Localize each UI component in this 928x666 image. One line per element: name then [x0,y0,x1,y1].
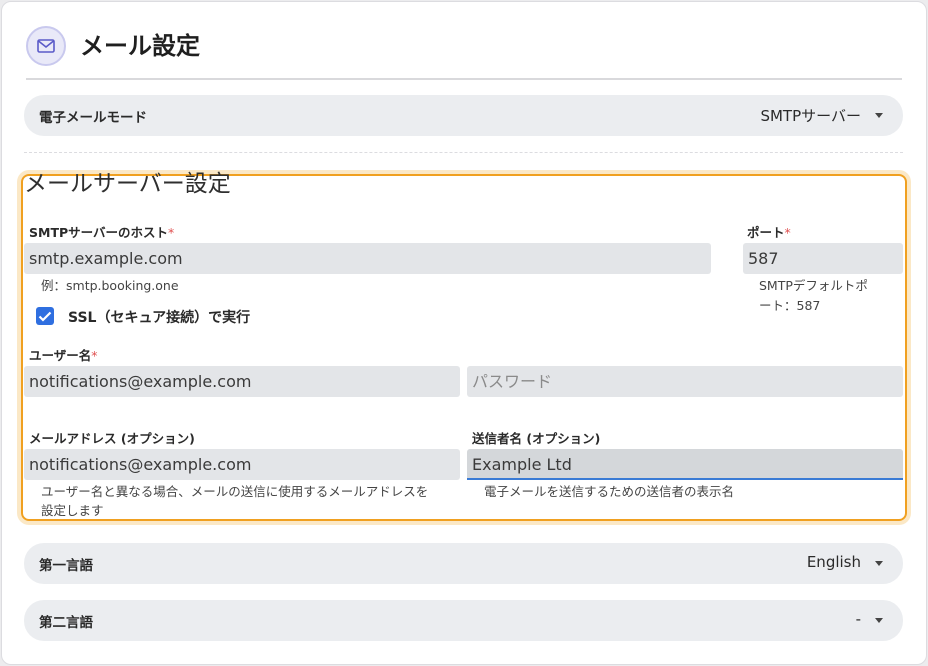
chevron-down-icon [875,561,883,566]
smtp-host-help: 例：smtp.booking.one [41,278,179,293]
secondary-language-value: - [855,610,861,628]
email-mode-label: 電子メールモード [39,110,147,126]
email-address-help-line1: ユーザー名と異なる場合、メールの送信に使用するメールアドレスを [41,484,429,499]
port-help-line1: SMTPデフォルトポ [759,278,868,293]
sender-name-input[interactable]: Example Ltd [467,449,903,480]
ssl-checkbox[interactable] [36,307,54,325]
divider [24,152,903,153]
email-mode-value: SMTPサーバー [760,107,861,125]
section-title: メールサーバー設定 [24,171,231,197]
check-icon [38,311,52,322]
email-mode-select[interactable]: 電子メールモード SMTPサーバー [24,95,903,136]
primary-language-label: 第一言語 [39,558,93,574]
chevron-down-icon [875,618,883,623]
port-help-line2: ート：587 [759,298,821,313]
secondary-language-label: 第二言語 [39,615,93,631]
email-address-input[interactable]: notifications@example.com [24,449,460,480]
smtp-host-label: SMTPサーバーのホスト* [29,225,175,240]
page-title: メール設定 [80,32,200,60]
mail-icon [26,26,66,66]
port-input[interactable]: 587 [743,243,903,274]
smtp-host-input[interactable]: smtp.example.com [24,243,711,274]
page-header: メール設定 [26,26,902,80]
username-label: ユーザー名* [29,348,98,363]
ssl-label[interactable]: SSL（セキュア接続）で実行 [68,307,250,327]
sender-name-label: 送信者名 (オプション) [472,431,601,446]
email-address-help-line2: 設定します [41,503,104,518]
primary-language-value: English [806,553,861,571]
username-input[interactable]: notifications@example.com [24,366,460,397]
secondary-language-select[interactable]: 第二言語 - [24,600,903,641]
sender-name-help: 電子メールを送信するための送信者の表示名 [484,484,735,499]
primary-language-select[interactable]: 第一言語 English [24,543,903,584]
password-input[interactable]: パスワード [467,366,903,397]
email-address-label: メールアドレス (オプション) [29,431,195,446]
port-label: ポート* [747,225,791,240]
chevron-down-icon [875,113,883,118]
